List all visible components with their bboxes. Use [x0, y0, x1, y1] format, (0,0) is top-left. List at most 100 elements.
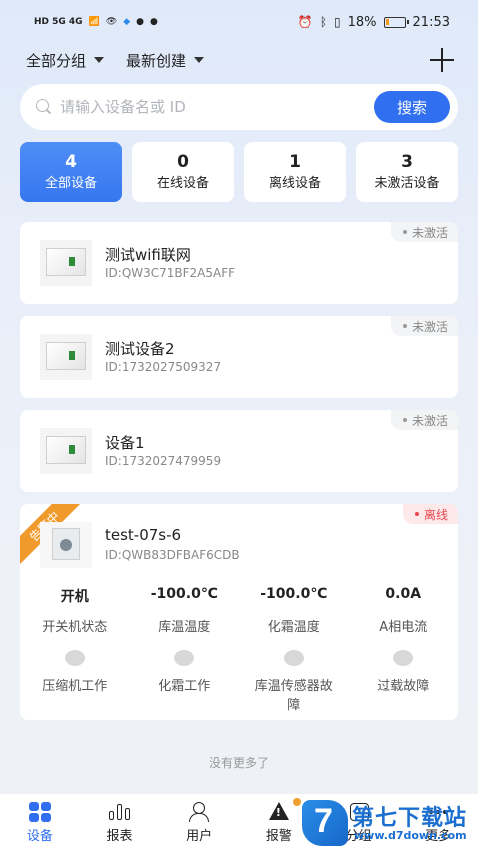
device-card[interactable]: 设备1 ID:1732027479959 未激活	[20, 410, 458, 492]
nav-reports[interactable]: 报表	[80, 794, 160, 850]
stat-count: 1	[289, 152, 301, 172]
device-thumbnail	[40, 334, 92, 380]
caret-down-icon	[194, 57, 205, 63]
status-dot-icon	[402, 324, 407, 328]
indicator-label: 化霜工作	[158, 679, 211, 694]
bluetooth-icon: ᛒ	[319, 15, 328, 29]
indicator-led-icon	[283, 650, 304, 666]
nav-label: 设备	[26, 829, 53, 844]
device-id: ID:1732027509327	[105, 360, 222, 374]
nav-label: 报警	[265, 829, 292, 844]
device-card[interactable]: 测试wifi联网 ID:QW3C71BF2A5AFF 未激活	[20, 222, 458, 304]
metric-value: -100.0℃	[150, 586, 218, 602]
nav-users[interactable]: 用户	[159, 794, 239, 850]
indicator-compressor: 压缩机工作	[20, 650, 130, 715]
metric-value: 开机	[60, 589, 89, 605]
status-right: ⏰ ᛒ ▯ 18% 21:53	[298, 15, 450, 30]
signal-icon: HD 5G 4G	[34, 17, 83, 27]
metric-power-state: 开机 开关机状态	[20, 586, 130, 635]
watermark-logo: 第七下载站 www.d7down.com	[300, 798, 478, 850]
indicator-sensor-fault: 库温传感器故障	[239, 650, 349, 715]
device-name: test-07s-6	[105, 526, 182, 544]
status-text: 未激活	[411, 413, 448, 428]
warning-icon	[267, 802, 291, 822]
grid-icon	[28, 802, 52, 822]
device-id: ID:1732027479959	[105, 454, 222, 468]
metric-label: 化霜温度	[267, 620, 320, 635]
caret-down-icon	[94, 57, 105, 63]
stat-inactive-devices[interactable]: 3 未激活设备	[356, 142, 458, 202]
indicator-label: 压缩机工作	[42, 679, 108, 694]
status-badge: 未激活	[390, 410, 458, 430]
metric-storage-temp: -100.0℃ 库温温度	[130, 586, 240, 635]
device-thumbnail	[40, 428, 92, 474]
battery-percent: 18%	[347, 14, 377, 30]
group-dropdown-label: 全部分组	[26, 51, 87, 70]
bar-chart-icon	[108, 802, 132, 822]
device-thumbnail	[40, 240, 92, 286]
stat-label: 全部设备	[44, 176, 97, 191]
indicator-led-icon	[174, 650, 195, 666]
search-icon	[36, 99, 52, 115]
status-dot-icon	[402, 230, 407, 234]
metric-defrost-temp: -100.0℃ 化霜温度	[239, 586, 349, 635]
watermark-icon	[302, 800, 348, 846]
no-more-text: 没有更多了	[208, 756, 269, 770]
status-badge: 离线	[402, 504, 458, 524]
stat-count: 4	[65, 152, 77, 172]
device-card[interactable]: 告警中 test-07s-6 ID:QWB83DFBAF6CDB 离线 开机 开…	[20, 504, 458, 720]
status-dot-icon	[414, 512, 419, 516]
add-icon[interactable]	[430, 48, 454, 72]
group-dropdown[interactable]: 全部分组	[26, 50, 105, 71]
metric-label: 开关机状态	[42, 620, 108, 635]
metric-phase-a-current: 0.0A A相电流	[349, 586, 459, 635]
search-button[interactable]: 搜索	[374, 91, 450, 123]
device-name: 测试设备2	[105, 340, 175, 358]
wechat-icon: ●	[136, 17, 145, 27]
nav-label: 报表	[106, 829, 133, 844]
nav-label: 用户	[186, 829, 213, 844]
alarm-clock-icon: ⏰	[297, 15, 313, 29]
eye-icon: 👁	[105, 17, 118, 27]
device-card[interactable]: 测试设备2 ID:1732027509327 未激活	[20, 316, 458, 398]
indicator-defrost: 化霜工作	[130, 650, 240, 715]
stat-label: 离线设备	[268, 176, 321, 191]
status-text: 离线	[423, 507, 448, 522]
metric-value: -100.0℃	[260, 586, 328, 602]
status-bar: HD 5G 4G 📶 👁 ◆ ● ● ⏰ ᛒ ▯ 18% 21:53	[0, 0, 478, 44]
clock: 21:53	[412, 14, 450, 30]
wifi-icon: 📶	[88, 17, 100, 27]
filter-row: 全部分组 最新创建	[26, 46, 456, 74]
stat-offline-devices[interactable]: 1 离线设备	[244, 142, 346, 202]
nav-devices[interactable]: 设备	[0, 794, 80, 850]
stat-all-devices[interactable]: 4 全部设备	[20, 142, 122, 202]
status-text: 未激活	[411, 319, 448, 334]
battery-icon	[383, 16, 409, 28]
metrics-row: 开机 开关机状态 -100.0℃ 库温温度 -100.0℃ 化霜温度 0.0A …	[20, 586, 458, 635]
stat-online-devices[interactable]: 0 在线设备	[132, 142, 234, 202]
search-input[interactable]	[60, 98, 360, 116]
users-icon	[187, 802, 211, 822]
indicator-overload-fault: 过载故障	[349, 650, 459, 715]
device-name: 设备1	[105, 434, 145, 452]
vibrate-icon: ▯	[334, 15, 341, 29]
status-dot-icon	[402, 418, 407, 422]
indicator-led-icon	[64, 650, 85, 666]
indicator-led-icon	[393, 650, 414, 666]
device-id: ID:QW3C71BF2A5AFF	[105, 266, 236, 280]
status-badge: 未激活	[390, 222, 458, 242]
status-left: HD 5G 4G 📶 👁 ◆ ● ●	[34, 17, 158, 27]
device-id: ID:QWB83DFBAF6CDB	[105, 548, 240, 562]
stat-label: 在线设备	[156, 176, 209, 191]
sort-dropdown[interactable]: 最新创建	[126, 50, 205, 71]
stat-count: 3	[401, 152, 413, 172]
indicators-row: 压缩机工作 化霜工作 库温传感器故障 过载故障	[20, 650, 458, 715]
metric-value: 0.0A	[385, 586, 422, 602]
chat-icon: ●	[150, 17, 158, 27]
indicator-label: 库温传感器故障	[254, 679, 333, 713]
indicator-label: 过载故障	[377, 679, 430, 694]
stats-row: 4 全部设备 0 在线设备 1 离线设备 3 未激活设备	[20, 142, 458, 202]
watermark-title: 第七下载站	[352, 806, 468, 831]
metric-label: 库温温度	[158, 620, 211, 635]
device-thumbnail	[40, 522, 92, 568]
